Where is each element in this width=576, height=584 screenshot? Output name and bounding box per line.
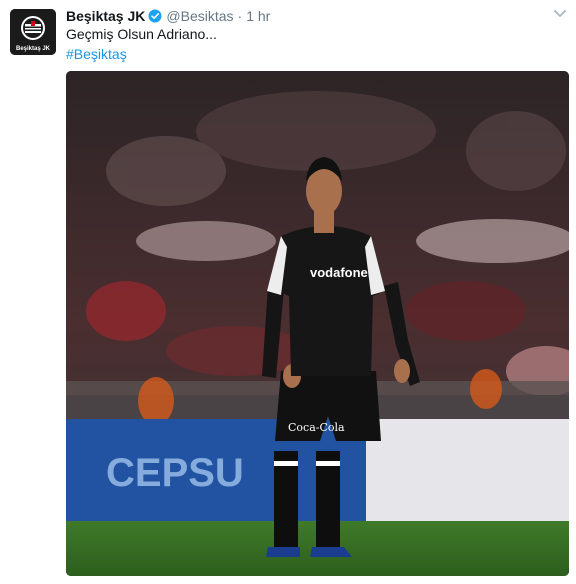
ad-board-text: CEPSU <box>106 451 244 495</box>
tweet-body: Geçmiş Olsun Adriano... <box>66 26 217 42</box>
shorts-sponsor-text: Coca-Cola <box>288 421 345 434</box>
screen-name[interactable]: @Besiktas <box>166 8 233 24</box>
avatar[interactable]: Beşiktaş JK <box>10 9 56 55</box>
display-name[interactable]: Beşiktaş JK <box>66 8 145 24</box>
tweet-text: Geçmiş Olsun Adriano... #Beşiktaş <box>66 24 546 64</box>
hashtag-link[interactable]: #Beşiktaş <box>66 44 546 64</box>
tweet: Beşiktaş JK Beşiktaş JK @Besiktas · 1 hr… <box>0 0 576 584</box>
separator-dot: · <box>237 8 243 24</box>
tweet-photo[interactable]: CEPSU Coca-Cola vodafone <box>66 71 569 576</box>
timestamp[interactable]: 1 hr <box>246 8 270 24</box>
jersey-sponsor-text: vodafone <box>310 265 368 280</box>
avatar-caption: Beşiktaş JK <box>16 46 51 52</box>
chevron-down-icon[interactable] <box>552 8 568 20</box>
verified-badge-icon <box>148 9 162 23</box>
tweet-header: Beşiktaş JK @Besiktas · 1 hr <box>66 6 270 26</box>
